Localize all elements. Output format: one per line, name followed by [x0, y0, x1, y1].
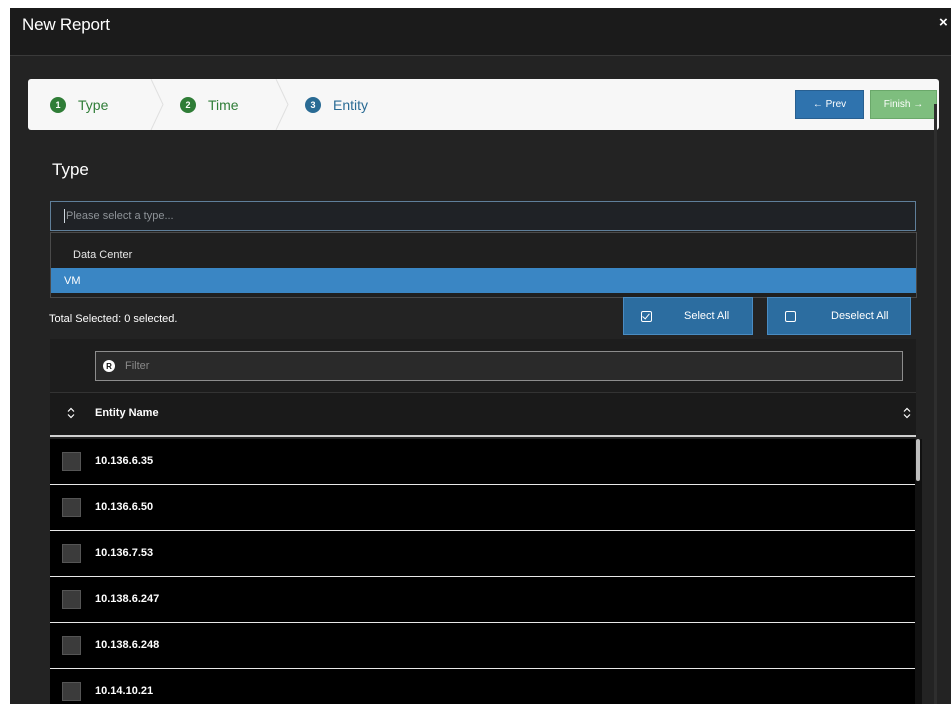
entity-rows: 10.136.6.35 10.136.6.50 10.136.7.53 10.1…	[50, 439, 916, 704]
option-data-center[interactable]: Data Center	[51, 242, 916, 267]
row-checkbox[interactable]	[62, 590, 81, 609]
table-row[interactable]: 10.14.10.21	[50, 669, 916, 704]
sort-icon[interactable]	[903, 407, 911, 419]
empty-box-icon	[785, 310, 796, 322]
table-row[interactable]: 10.138.6.248	[50, 623, 916, 669]
table-row[interactable]: 10.138.6.247	[50, 577, 916, 623]
modal-header: New Report ×	[10, 8, 951, 56]
total-selected-text: Total Selected: 0 selected.	[49, 313, 178, 325]
row-checkbox[interactable]	[62, 498, 81, 517]
type-dropdown: Data Center VM	[50, 232, 917, 298]
entity-name: 10.136.6.35	[95, 455, 154, 467]
row-checkbox[interactable]	[62, 636, 81, 655]
scroll-thumb[interactable]	[916, 439, 920, 481]
step-label: Entity	[333, 96, 369, 113]
step-number-icon: 2	[180, 96, 196, 113]
table-header: Entity Name	[50, 393, 916, 437]
new-report-modal: New Report × 1 Type 2 Time 3 Entity ← Pr…	[10, 8, 951, 704]
wizard-step-type[interactable]: 1 Type	[50, 79, 108, 130]
modal-scrollbar[interactable]	[934, 104, 937, 704]
type-placeholder: Please select a type...	[66, 210, 174, 222]
modal-title: New Report	[22, 15, 110, 34]
step-label: Type	[78, 96, 109, 113]
step-label: Time	[208, 96, 239, 113]
type-section-title: Type	[52, 160, 89, 179]
entity-name: 10.138.6.247	[95, 593, 160, 605]
filter-input[interactable]: R Filter	[95, 351, 903, 381]
select-all-button[interactable]: Select All	[623, 297, 753, 335]
deselect-all-button[interactable]: Deselect All	[767, 297, 911, 335]
type-select-input[interactable]: Please select a type...	[50, 201, 916, 231]
close-icon[interactable]: ×	[939, 14, 951, 32]
step-separator-icon	[275, 79, 289, 130]
table-row[interactable]: 10.136.6.50	[50, 485, 916, 531]
table-row[interactable]: 10.136.6.35	[50, 439, 916, 485]
step-number-icon: 3	[305, 96, 321, 113]
option-vm[interactable]: VM	[51, 268, 916, 293]
table-scrollbar[interactable]	[915, 439, 922, 704]
step-separator-icon	[150, 79, 164, 130]
entity-name: 10.136.6.50	[95, 501, 154, 513]
text-caret	[64, 209, 65, 223]
select-all-label: Select All	[684, 310, 730, 322]
prev-button[interactable]: ← Prev	[795, 90, 864, 119]
entity-name: 10.136.7.53	[95, 547, 154, 559]
filter-icon: R	[103, 360, 115, 372]
filter-bar: R Filter	[50, 339, 916, 393]
wizard-steps: 1 Type 2 Time 3 Entity ← Prev Finish →	[28, 79, 939, 130]
entity-name: 10.14.10.21	[95, 685, 154, 697]
finish-button[interactable]: Finish →	[870, 90, 937, 119]
sort-icon[interactable]	[67, 407, 75, 419]
row-checkbox[interactable]	[62, 452, 81, 471]
entity-name: 10.138.6.248	[95, 639, 160, 651]
checked-box-icon	[641, 310, 652, 322]
wizard-step-time[interactable]: 2 Time	[180, 79, 239, 130]
row-checkbox[interactable]	[62, 682, 81, 701]
table-row[interactable]: 10.136.7.53	[50, 531, 916, 577]
wizard-step-entity[interactable]: 3 Entity	[305, 79, 368, 130]
row-checkbox[interactable]	[62, 544, 81, 563]
column-entity-name[interactable]: Entity Name	[95, 407, 159, 419]
step-number-icon: 1	[50, 96, 66, 113]
filter-placeholder: Filter	[125, 360, 150, 372]
deselect-all-label: Deselect All	[831, 310, 889, 322]
